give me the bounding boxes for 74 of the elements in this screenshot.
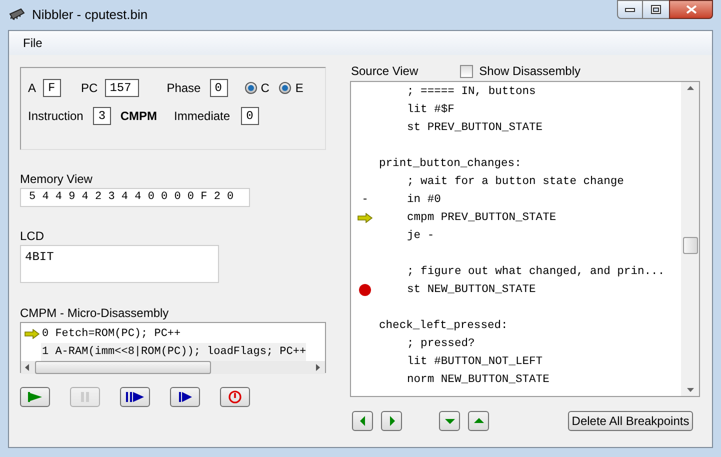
maximize-button[interactable] bbox=[643, 0, 669, 19]
chip-icon bbox=[8, 8, 26, 22]
lcd-display: 4BIT bbox=[20, 245, 219, 283]
menu-item[interactable]: File bbox=[23, 34, 42, 52]
scrollbar-thumb[interactable] bbox=[35, 361, 211, 374]
section-label: LCD bbox=[20, 229, 46, 243]
source-line[interactable]: ; wait for a button state change bbox=[407, 174, 624, 190]
window-title: Nibbler - cputest.bin bbox=[32, 6, 148, 24]
scroll-right-icon bbox=[316, 364, 321, 371]
reset-button[interactable] bbox=[220, 387, 250, 407]
arrow-icon bbox=[357, 213, 373, 223]
vertical-scrollbar[interactable] bbox=[681, 82, 699, 396]
source-label[interactable]: print_button_changes: bbox=[379, 156, 522, 172]
scroll-down-icon bbox=[686, 388, 694, 392]
mnemonic-label: CMPM bbox=[120, 108, 158, 124]
micro-instruction[interactable]: 1 A-RAM(imm<<8|ROM(PC)); loadFlags; PC++ bbox=[41, 343, 306, 361]
register-field[interactable]: 157 bbox=[104, 79, 139, 97]
close-button[interactable] bbox=[669, 0, 713, 19]
source-line[interactable]: lit #$F bbox=[407, 102, 454, 118]
show-disassembly-checkbox[interactable] bbox=[460, 64, 474, 78]
source-line[interactable]: norm NEW_BUTTON_STATE bbox=[407, 372, 550, 388]
register-field[interactable]: 3 bbox=[93, 107, 112, 125]
step-cycle-icon bbox=[125, 392, 145, 402]
left-nav-button[interactable] bbox=[352, 411, 373, 431]
breakpoint-icon bbox=[359, 284, 371, 296]
step-icon bbox=[178, 392, 192, 402]
step-button[interactable] bbox=[170, 387, 200, 407]
right-nav-button[interactable] bbox=[381, 411, 402, 431]
flag-label: E bbox=[295, 80, 304, 96]
register-label: Immediate bbox=[174, 108, 230, 124]
register-field[interactable]: F bbox=[43, 79, 62, 97]
micro-instruction[interactable]: 0 Fetch=ROM(PC); PC++ bbox=[41, 325, 181, 343]
arrow-icon bbox=[24, 329, 40, 339]
register-label: A bbox=[28, 80, 36, 96]
memory-field[interactable]: 5 4 4 9 4 2 3 4 4 0 0 0 0 F 2 0 bbox=[20, 188, 250, 207]
source-line[interactable]: je - bbox=[407, 228, 434, 244]
source-line[interactable]: ; pressed? bbox=[407, 336, 475, 352]
register-label: Phase bbox=[166, 80, 201, 96]
pause-icon bbox=[80, 392, 90, 402]
source-line[interactable]: cmpm PREV_BUTTON_STATE bbox=[407, 210, 556, 226]
down-nav-button[interactable] bbox=[439, 411, 460, 431]
scroll-left-icon bbox=[25, 364, 30, 371]
source-label[interactable]: check_left_pressed: bbox=[379, 318, 508, 334]
flag-radio[interactable] bbox=[279, 82, 292, 94]
horizontal-scrollbar[interactable] bbox=[21, 361, 325, 374]
minimize-icon bbox=[625, 8, 635, 12]
flag-label: C bbox=[260, 80, 270, 96]
source-line[interactable]: in #0 bbox=[407, 192, 441, 208]
maximize-icon bbox=[651, 5, 661, 14]
delete-breakpoints-button[interactable]: Delete All Breakpoints bbox=[568, 411, 693, 431]
run-button[interactable] bbox=[20, 387, 50, 407]
scroll-up-icon bbox=[686, 86, 694, 90]
register-label: PC bbox=[81, 80, 98, 96]
close-icon bbox=[686, 5, 696, 14]
flag-radio[interactable] bbox=[244, 82, 257, 94]
source-line[interactable]: st PREV_BUTTON_STATE bbox=[407, 120, 543, 136]
checkbox-label: Show Disassembly bbox=[479, 63, 581, 80]
register-field[interactable]: 0 bbox=[210, 79, 228, 97]
minimize-button[interactable] bbox=[617, 0, 643, 19]
source-line[interactable]: st NEW_BUTTON_STATE bbox=[407, 282, 536, 298]
section-label: Source View bbox=[351, 63, 418, 80]
section-label: Memory View bbox=[20, 172, 94, 186]
play-icon bbox=[27, 392, 43, 402]
scrollbar-thumb[interactable] bbox=[682, 237, 698, 254]
source-line[interactable]: lit #BUTTON_NOT_LEFT bbox=[407, 354, 543, 370]
register-field[interactable]: 0 bbox=[241, 107, 260, 125]
section-label: CMPM - Micro-Disassembly bbox=[20, 306, 170, 320]
source-line[interactable]: ; figure out what changed, and prin... bbox=[407, 264, 665, 280]
step-cycle-button[interactable] bbox=[120, 387, 150, 407]
source-line[interactable]: ; ===== IN, buttons bbox=[407, 84, 536, 100]
up-nav-button[interactable] bbox=[468, 411, 489, 431]
power-icon bbox=[228, 390, 242, 404]
register-label: Instruction bbox=[28, 108, 84, 124]
gutter-mark: - bbox=[362, 192, 368, 208]
